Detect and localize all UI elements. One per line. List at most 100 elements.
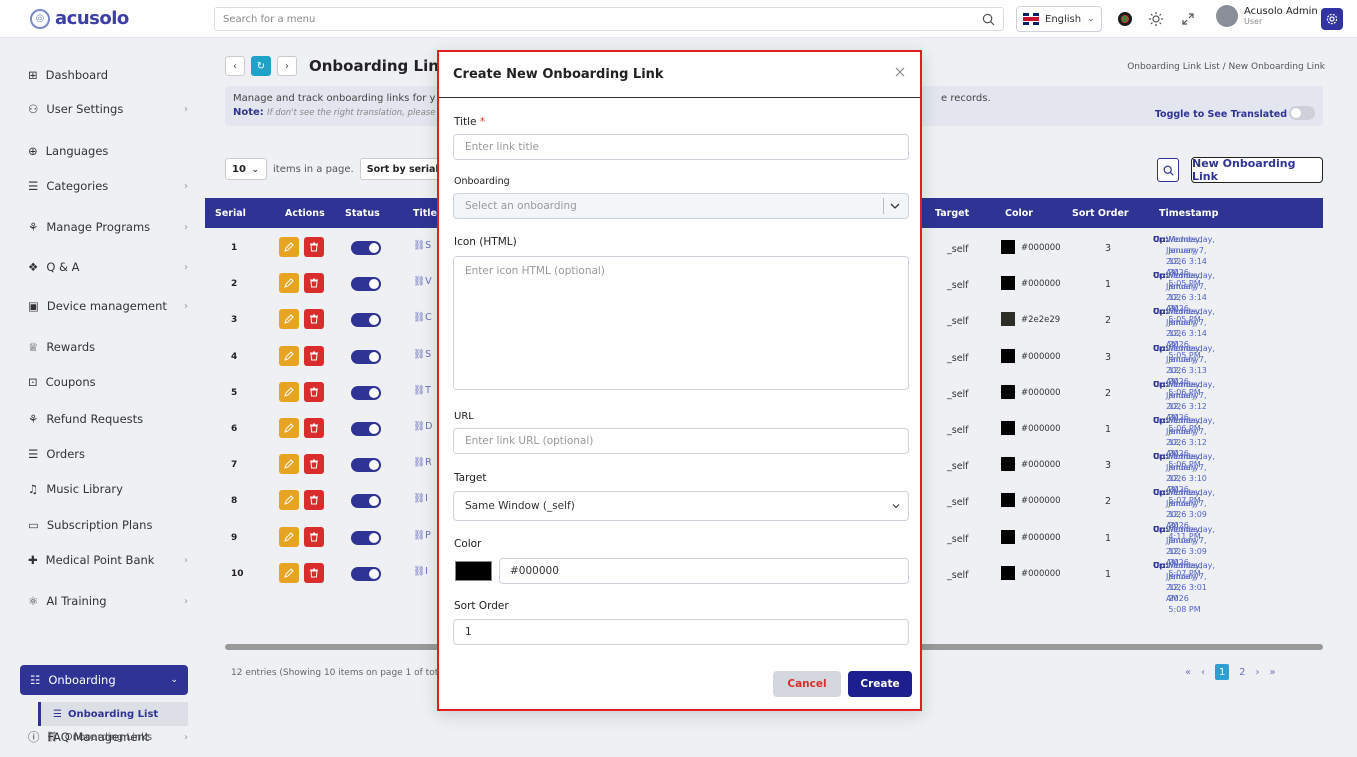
refresh-button[interactable]: ↻ bbox=[251, 56, 271, 76]
sidebar-item-faq[interactable]: ⓘ FAQ Management › bbox=[28, 729, 188, 745]
sidebar-item-categories[interactable]: ☰ Categories › bbox=[28, 179, 188, 193]
delete-button[interactable] bbox=[304, 345, 324, 366]
edit-button[interactable] bbox=[279, 418, 299, 438]
sidebar-item-onboarding[interactable]: ☷ Onboarding ⌄ bbox=[20, 665, 188, 695]
sidebar-sub-onboarding-list[interactable]: ☰ Onboarding List bbox=[38, 702, 188, 726]
page-nav[interactable]: ‹ bbox=[1201, 667, 1205, 678]
page-nav[interactable]: « bbox=[1185, 667, 1191, 678]
status-toggle[interactable] bbox=[351, 277, 381, 292]
delete-button[interactable] bbox=[304, 454, 324, 475]
status-toggle[interactable] bbox=[351, 566, 381, 581]
link-icon[interactable]: ⛓ I bbox=[413, 493, 428, 504]
sidebar-item-subscription-plans[interactable]: ▭ Subscription Plans bbox=[28, 518, 188, 532]
sidebar-item-music-library[interactable]: ♫ Music Library bbox=[28, 482, 188, 496]
sidebar-item-q-a[interactable]: ❖ Q & A › bbox=[28, 260, 188, 274]
translate-toggle[interactable] bbox=[1289, 106, 1315, 120]
delete-button[interactable] bbox=[304, 418, 324, 438]
table-search-button[interactable] bbox=[1157, 158, 1179, 182]
status-toggle[interactable] bbox=[351, 458, 381, 473]
sun-icon[interactable] bbox=[1148, 11, 1164, 27]
sidebar-item-device-management[interactable]: ▣ Device management › bbox=[28, 299, 188, 313]
sidebar-item-medical-point-bank[interactable]: ✚ Medical Point Bank › bbox=[28, 553, 188, 567]
gear-icon bbox=[1326, 13, 1338, 25]
sidebar-item-dashboard[interactable]: ⊞ Dashboard bbox=[28, 68, 188, 82]
sidebar-item-ai-training[interactable]: ⚛ AI Training › bbox=[28, 594, 188, 608]
delete-button[interactable] bbox=[304, 526, 324, 547]
col-title[interactable]: Title bbox=[413, 208, 437, 219]
edit-button[interactable] bbox=[279, 345, 299, 366]
delete-button[interactable] bbox=[304, 562, 324, 583]
edit-button[interactable] bbox=[279, 381, 299, 402]
fullscreen-icon[interactable] bbox=[1180, 11, 1196, 27]
page-number[interactable]: 2 bbox=[1239, 667, 1245, 678]
page-number[interactable]: 1 bbox=[1215, 664, 1230, 680]
flag-circle-icon[interactable] bbox=[1117, 11, 1133, 27]
link-icon[interactable]: ⛓ C bbox=[413, 312, 432, 323]
onboarding-select[interactable]: Select an onboarding bbox=[453, 193, 909, 219]
status-toggle[interactable] bbox=[351, 422, 381, 436]
link-icon[interactable]: ⛓ P bbox=[413, 530, 431, 541]
col-color[interactable]: Color bbox=[1005, 208, 1033, 219]
color-input[interactable]: #000000 bbox=[499, 558, 909, 584]
forward-button[interactable]: › bbox=[277, 56, 297, 76]
status-toggle[interactable] bbox=[351, 385, 381, 400]
sidebar-item-coupons[interactable]: ⊡ Coupons bbox=[28, 375, 188, 389]
col-status[interactable]: Status bbox=[345, 208, 380, 219]
sidebar-item-languages[interactable]: ⊕ Languages bbox=[28, 144, 188, 158]
breadcrumb[interactable]: Onboarding Link List / New Onboarding Li… bbox=[1127, 62, 1325, 72]
link-icon[interactable]: ⛓ D bbox=[413, 421, 432, 432]
col-target[interactable]: Target bbox=[935, 208, 969, 219]
settings-button[interactable] bbox=[1321, 8, 1343, 30]
per-page-select[interactable]: 10 ⌄ bbox=[225, 158, 267, 180]
status-toggle[interactable] bbox=[351, 494, 381, 509]
cancel-button[interactable]: Cancel bbox=[773, 671, 841, 697]
status-toggle[interactable] bbox=[351, 241, 381, 255]
url-input[interactable]: Enter link URL (optional) bbox=[453, 428, 909, 454]
edit-button[interactable] bbox=[279, 454, 299, 475]
edit-button[interactable] bbox=[279, 526, 299, 547]
title-input[interactable]: Enter link title bbox=[453, 134, 909, 160]
col-serial[interactable]: Serial bbox=[215, 208, 246, 219]
edit-button[interactable] bbox=[279, 273, 299, 294]
link-icon[interactable]: ⛓ S bbox=[413, 240, 431, 251]
page-nav[interactable]: » bbox=[1270, 667, 1276, 678]
link-icon[interactable]: ⛓ V bbox=[413, 276, 432, 287]
language-select[interactable]: English ⌄ bbox=[1016, 6, 1102, 32]
user-menu[interactable]: Acusolo Admin User bbox=[1216, 5, 1318, 27]
link-icon[interactable]: ⛓ S bbox=[413, 349, 431, 360]
close-icon[interactable] bbox=[894, 66, 906, 78]
delete-button[interactable] bbox=[304, 237, 324, 257]
delete-button[interactable] bbox=[304, 381, 324, 402]
col-sort-order[interactable]: Sort Order bbox=[1072, 208, 1129, 219]
sidebar-item-refund-requests[interactable]: ⚘ Refund Requests bbox=[28, 412, 188, 426]
sidebar-item-manage-programs[interactable]: ⚘ Manage Programs › bbox=[28, 220, 188, 234]
new-onboarding-link-button[interactable]: New Onboarding Link bbox=[1191, 157, 1323, 183]
page-nav[interactable]: › bbox=[1256, 667, 1260, 678]
delete-button[interactable] bbox=[304, 309, 324, 330]
link-icon[interactable]: ⛓ T bbox=[413, 385, 431, 396]
icon-html-textarea[interactable]: Enter icon HTML (optional) bbox=[453, 256, 909, 390]
status-toggle[interactable] bbox=[351, 530, 381, 545]
sort-order-input[interactable]: 1 bbox=[453, 619, 909, 645]
link-icon[interactable]: ⛓ R bbox=[413, 457, 432, 468]
sidebar-item-user-settings[interactable]: ⚇ User Settings › bbox=[28, 102, 188, 116]
sidebar-item-rewards[interactable]: ♕ Rewards bbox=[28, 340, 188, 354]
sidebar-item-orders[interactable]: ☰ Orders bbox=[28, 447, 188, 461]
search-icon[interactable] bbox=[982, 13, 995, 26]
create-button[interactable]: Create bbox=[848, 671, 912, 697]
status-toggle[interactable] bbox=[351, 349, 381, 364]
status-toggle[interactable] bbox=[351, 313, 381, 328]
edit-button[interactable] bbox=[279, 490, 299, 511]
menu-search-input[interactable]: Search for a menu bbox=[214, 7, 1004, 31]
col-timestamp[interactable]: Timestamp bbox=[1159, 208, 1218, 219]
color-swatch[interactable] bbox=[455, 561, 492, 581]
edit-button[interactable] bbox=[279, 309, 299, 330]
brand-logo[interactable]: ◎ acusolo bbox=[30, 8, 129, 29]
edit-button[interactable] bbox=[279, 562, 299, 583]
delete-button[interactable] bbox=[304, 490, 324, 511]
link-icon[interactable]: ⛓ I bbox=[413, 566, 428, 577]
edit-button[interactable] bbox=[279, 237, 299, 257]
delete-button[interactable] bbox=[304, 273, 324, 294]
back-button[interactable]: ‹ bbox=[225, 56, 245, 76]
target-select[interactable]: Same Window (_self) bbox=[453, 491, 909, 521]
